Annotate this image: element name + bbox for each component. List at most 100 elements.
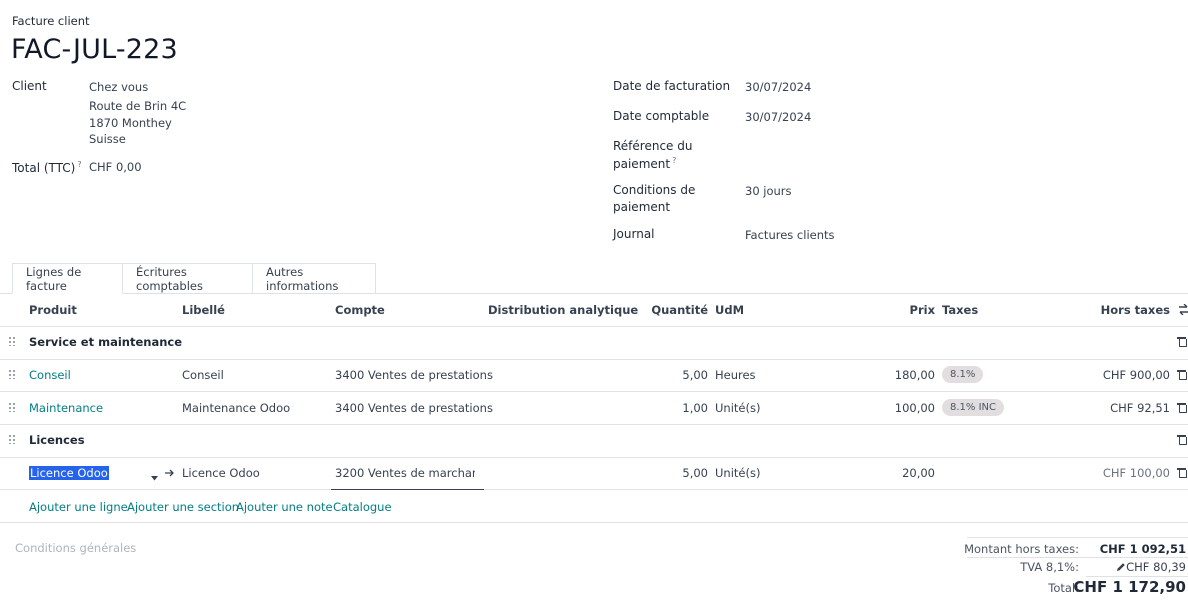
payment-reference-label-line2: paiement? (613, 156, 676, 171)
column-header-quantity[interactable]: Quantité (620, 303, 708, 317)
drag-handle-icon[interactable] (8, 434, 16, 444)
internal-link-arrow-icon[interactable] (165, 467, 175, 481)
selected-product-text: Licence Odoo (29, 466, 109, 480)
total-label: Total: (1048, 581, 1079, 595)
totals-divider (967, 537, 1188, 538)
client-name[interactable]: Chez vous (89, 80, 148, 94)
invoice-date-field[interactable]: 30/07/2024 (745, 80, 811, 94)
invoice-date-label: Date de facturation (613, 79, 731, 93)
row-divider (0, 457, 1188, 458)
tab-journal-items[interactable]: Écritures comptables (123, 263, 253, 294)
row-divider (484, 489, 1188, 490)
row-divider (0, 522, 1188, 523)
column-header-product[interactable]: Produit (29, 303, 77, 317)
row-divider (0, 424, 1188, 425)
column-header-analytic[interactable]: Distribution analytique (488, 303, 638, 317)
line-quantity[interactable]: 1,00 (620, 401, 708, 415)
line-price[interactable]: 180,00 (860, 368, 935, 382)
untaxed-amount-value: CHF 1 092,51 (1099, 542, 1186, 556)
column-header-taxes[interactable]: Taxes (942, 303, 978, 317)
client-address-city: 1870 Monthey (89, 116, 172, 130)
total-ttc-label-text: Total (TTC) (12, 161, 76, 175)
row-divider (0, 489, 331, 490)
client-address-country: Suisse (89, 132, 126, 146)
journal-label: Journal (613, 227, 655, 241)
chevron-down-icon[interactable] (151, 470, 158, 484)
column-header-uom[interactable]: UdM (715, 303, 744, 317)
trash-icon[interactable] (1177, 369, 1187, 380)
payment-terms-field[interactable]: 30 jours (745, 184, 792, 198)
catalog-link[interactable]: Catalogue (333, 500, 392, 514)
line-quantity-input[interactable]: 5,00 (620, 466, 708, 480)
total-ttc-label: Total (TTC)? (12, 160, 82, 175)
line-price-input[interactable]: 20,00 (860, 466, 935, 480)
totals-divider (1086, 576, 1188, 577)
line-product[interactable]: Maintenance (29, 401, 103, 415)
accounting-date-field[interactable]: 30/07/2024 (745, 110, 811, 124)
column-header-account[interactable]: Compte (335, 303, 385, 317)
line-account-input[interactable]: 3200 Ventes de marchandi (335, 466, 475, 480)
total-value: CHF 1 172,90 (1073, 578, 1186, 596)
add-note-link[interactable]: Ajouter une note (236, 500, 333, 514)
drag-handle-icon[interactable] (8, 402, 16, 412)
section-title[interactable]: Licences (29, 433, 85, 447)
journal-field[interactable]: Factures clients (745, 228, 835, 242)
column-header-label[interactable]: Libellé (182, 303, 225, 317)
trash-icon[interactable] (1177, 467, 1187, 478)
row-divider (0, 359, 1188, 360)
tab-other-info[interactable]: Autres informations (253, 263, 376, 294)
tax-amount-label: TVA 8,1%: (1020, 560, 1079, 574)
line-label[interactable]: Conseil (182, 368, 224, 382)
line-subtotal: CHF 92,51 (1110, 401, 1170, 415)
tab-invoice-lines[interactable]: Lignes de facture (12, 263, 123, 294)
total-ttc-value[interactable]: CHF 0,00 (89, 160, 142, 174)
payment-terms-label-line1: Conditions de (613, 183, 696, 197)
line-quantity[interactable]: 5,00 (620, 368, 708, 382)
notebook-tabs: Lignes de facture Écritures comptables A… (12, 263, 376, 294)
document-type: Facture client (12, 14, 90, 28)
payment-terms-label-line2: paiement (613, 200, 671, 214)
drag-handle-icon[interactable] (8, 369, 16, 379)
add-section-link[interactable]: Ajouter une section (127, 500, 239, 514)
row-divider (0, 326, 1188, 327)
line-subtotal: CHF 100,00 (1102, 466, 1170, 480)
tax-badge[interactable]: 8.1% (942, 366, 984, 383)
line-uom-input[interactable]: Unité(s) (715, 466, 760, 480)
help-icon[interactable]: ? (77, 160, 81, 169)
client-label: Client (12, 79, 47, 93)
trash-icon[interactable] (1177, 336, 1187, 347)
line-account[interactable]: 3400 Ventes de prestations (335, 368, 493, 382)
line-subtotal: CHF 900,00 (1102, 368, 1170, 382)
line-account[interactable]: 3400 Ventes de prestations (335, 401, 493, 415)
accounting-date-label: Date comptable (613, 109, 710, 123)
terms-conditions-input[interactable]: Conditions générales (15, 541, 136, 555)
trash-icon[interactable] (1177, 402, 1187, 413)
line-uom[interactable]: Unité(s) (715, 401, 760, 415)
column-header-subtotal[interactable]: Hors taxes (1070, 303, 1170, 317)
line-label[interactable]: Maintenance Odoo (182, 401, 290, 415)
client-address-street: Route de Brin 4C (89, 99, 187, 113)
optional-columns-icon[interactable] (1179, 303, 1188, 318)
line-uom[interactable]: Heures (715, 368, 756, 382)
column-header-price[interactable]: Prix (860, 303, 935, 317)
line-price[interactable]: 100,00 (860, 401, 935, 415)
tab-divider-left (0, 293, 12, 294)
payment-reference-label-text: paiement (613, 157, 671, 171)
invoice-number: FAC-JUL-223 (11, 34, 178, 65)
tax-badge[interactable]: 8.1% INC (942, 399, 1004, 416)
add-line-link[interactable]: Ajouter une ligne (29, 500, 128, 514)
tab-divider (376, 293, 1188, 294)
payment-reference-label-line1: Référence du (613, 139, 693, 153)
section-title[interactable]: Service et maintenance (29, 335, 182, 349)
untaxed-amount-label: Montant hors taxes: (964, 542, 1079, 556)
tax-amount-value[interactable]: CHF 80,39 (1086, 560, 1186, 574)
trash-icon[interactable] (1177, 434, 1187, 445)
drag-handle-icon[interactable] (8, 336, 16, 346)
totals-divider (967, 557, 1188, 558)
account-input-underline (331, 489, 484, 490)
help-icon[interactable]: ? (672, 156, 676, 165)
line-product[interactable]: Conseil (29, 368, 71, 382)
line-product-input[interactable]: Licence Odoo (29, 466, 109, 480)
row-divider (0, 391, 1188, 392)
line-label-input[interactable]: Licence Odoo (182, 466, 260, 480)
